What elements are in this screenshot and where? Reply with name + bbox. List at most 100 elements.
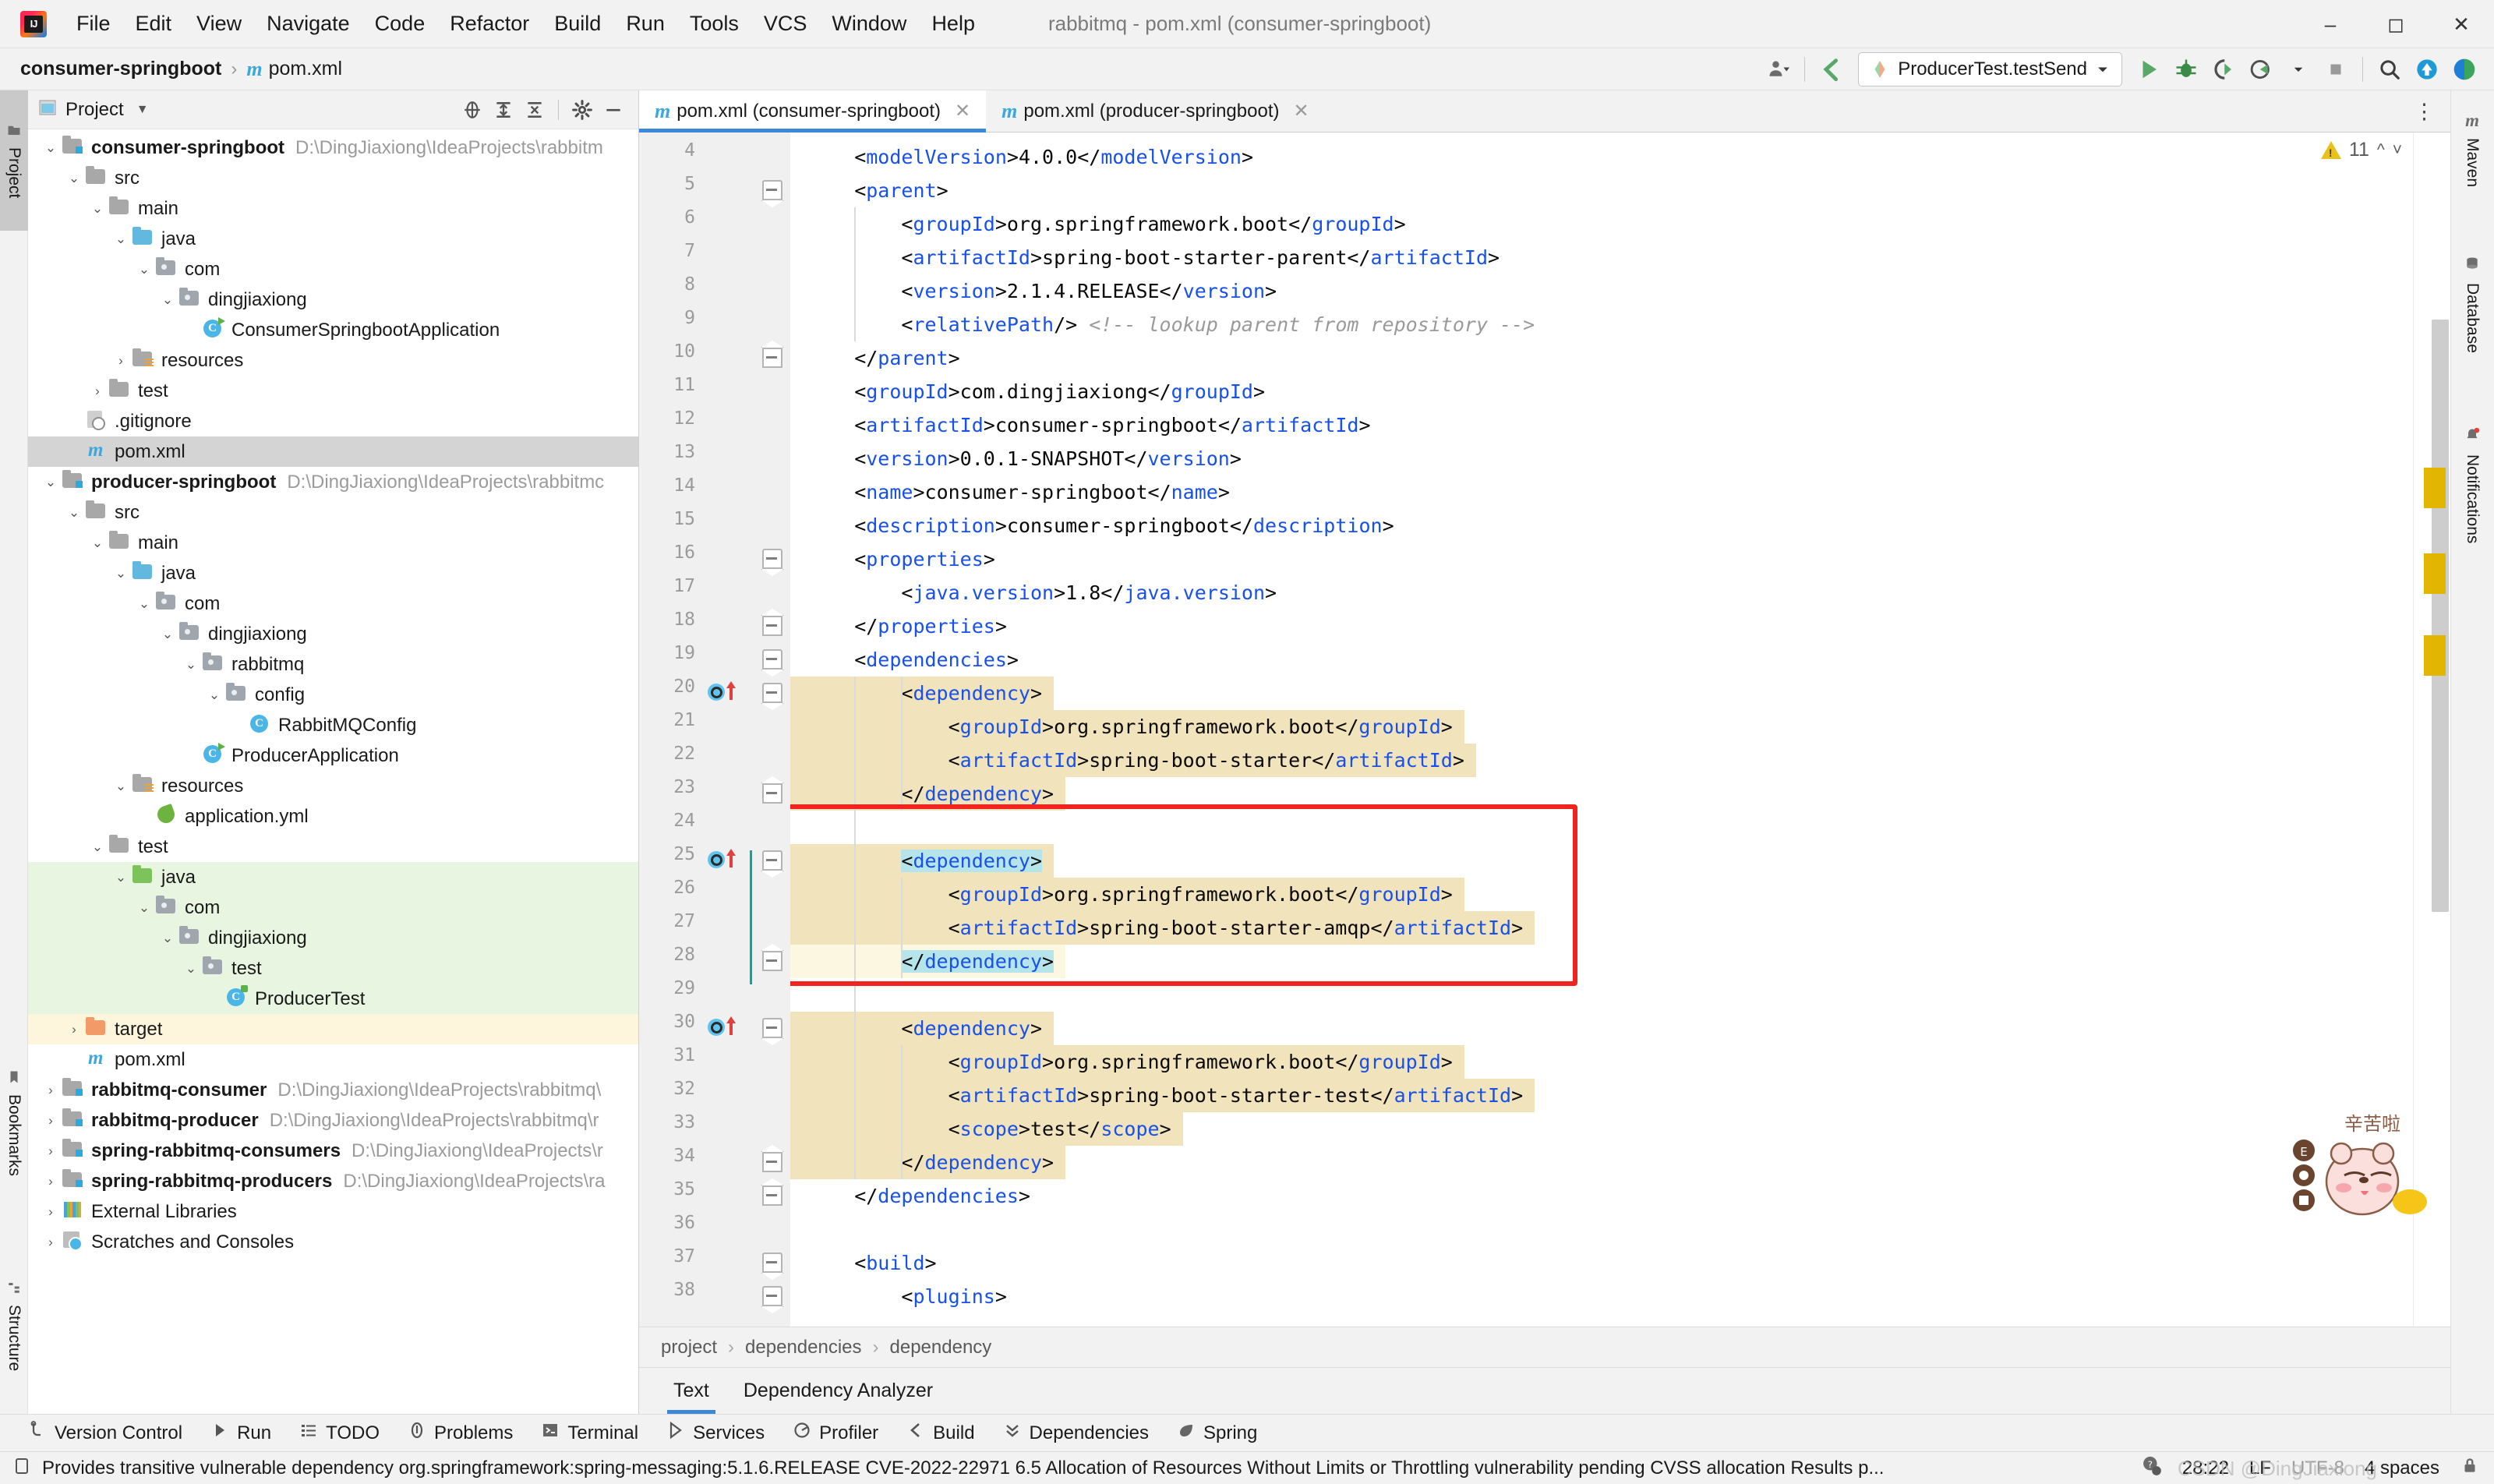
code-line[interactable]: <parent> [854, 174, 948, 207]
menu-item-code[interactable]: Code [362, 7, 438, 41]
code-fold-toggle[interactable] [762, 683, 782, 703]
tree-item-com[interactable]: ⌄ com [28, 892, 638, 923]
code-line[interactable]: <build> [854, 1246, 936, 1280]
close-icon[interactable]: ✕ [1293, 100, 1309, 122]
sidebar-item-structure[interactable]: Structure [0, 1236, 28, 1415]
project-tree[interactable]: ⌄ consumer-springboot D:\DingJiaxiong\Idea… [28, 129, 638, 1414]
tree-expand-arrow-icon[interactable]: › [41, 1113, 61, 1129]
code-line[interactable]: <relativePath/> <!-- lookup parent from … [901, 308, 1535, 341]
code-fold-toggle[interactable] [762, 850, 782, 871]
spring-bean-gutter-icon[interactable] [708, 849, 739, 871]
tree-item-java[interactable]: ⌄ java [28, 558, 638, 588]
code-line[interactable]: </dependency> [901, 945, 1054, 978]
tree-expand-arrow-icon[interactable]: ⌄ [134, 262, 154, 277]
tree-expand-arrow-icon[interactable]: ⌄ [111, 566, 131, 581]
tree-item-consumerspringbootapplication[interactable]: C ConsumerSpringbootApplication [28, 315, 638, 345]
tree-item-producer-springboot[interactable]: ⌄ producer-springboot D:\DingJiaxiong\Idea… [28, 467, 638, 497]
editor-breadcrumb-dependency[interactable]: dependency [890, 1337, 992, 1359]
code-line[interactable]: <version>2.1.4.RELEASE</version> [901, 274, 1277, 308]
tree-expand-arrow-icon[interactable]: ⌄ [111, 231, 131, 247]
bottom-tab-terminal[interactable]: Terminal [527, 1418, 652, 1449]
code-line[interactable]: <dependencies> [854, 643, 1019, 677]
menu-item-tools[interactable]: Tools [677, 7, 751, 41]
maximize-icon[interactable]: ◻ [2363, 0, 2429, 48]
tree-expand-arrow-icon[interactable]: ⌄ [204, 687, 224, 703]
tree-expand-arrow-icon[interactable]: ⌄ [181, 657, 201, 673]
code-line[interactable]: <artifactId>consumer-springboot</artifac… [854, 408, 1370, 442]
code-fold-toggle[interactable] [762, 951, 782, 971]
code-fold-toggle[interactable] [762, 1152, 782, 1172]
tree-item-dingjiaxiong[interactable]: ⌄ dingjiaxiong [28, 923, 638, 953]
close-icon[interactable]: ✕ [955, 100, 970, 122]
ide-update-icon[interactable] [2408, 51, 2446, 87]
code-line[interactable]: <scope>test</scope> [948, 1112, 1171, 1146]
menu-item-refactor[interactable]: Refactor [437, 7, 542, 41]
user-avatar-icon[interactable] [1759, 51, 1796, 87]
breadcrumb-file[interactable]: pom.xml [269, 58, 342, 80]
sidebar-item-bookmarks[interactable]: Bookmarks [0, 1026, 28, 1221]
tree-item-dingjiaxiong[interactable]: ⌄ dingjiaxiong [28, 619, 638, 649]
spring-bean-gutter-icon[interactable] [708, 1016, 739, 1039]
tree-expand-arrow-icon[interactable]: › [41, 1143, 61, 1159]
bottom-tab-build[interactable]: Build [892, 1418, 988, 1449]
tree-item-java[interactable]: ⌄ java [28, 224, 638, 254]
tree-item-pom-xml[interactable]: m pom.xml [28, 1044, 638, 1075]
editor-breadcrumb-dependencies[interactable]: dependencies [745, 1337, 861, 1359]
code-line[interactable]: <groupId>org.springframework.boot</group… [901, 207, 1405, 241]
tree-item-producertest[interactable]: C ProducerTest [28, 984, 638, 1014]
editor-marker-strip[interactable] [2413, 132, 2450, 1327]
menu-item-navigate[interactable]: Navigate [254, 7, 362, 41]
chevron-up-icon[interactable]: ^ [2377, 141, 2385, 160]
code-fold-toggle[interactable] [762, 549, 782, 569]
tree-item-spring-rabbitmq-producers[interactable]: › spring-rabbitmq-producers D:\DingJiaxion… [28, 1166, 638, 1196]
tree-item-spring-rabbitmq-consumers[interactable]: › spring-rabbitmq-consumers D:\DingJiaxion… [28, 1136, 638, 1166]
expand-all-icon[interactable] [488, 95, 519, 125]
tree-expand-arrow-icon[interactable]: ⌄ [41, 475, 61, 490]
ai-assistant-icon[interactable] [2446, 51, 2483, 87]
menu-item-run[interactable]: Run [613, 7, 677, 41]
code-fold-toggle[interactable] [762, 783, 782, 804]
tree-item-producerapplication[interactable]: C ProducerApplication [28, 740, 638, 771]
bottom-tab-profiler[interactable]: Profiler [779, 1418, 892, 1449]
tree-expand-arrow-icon[interactable]: ⌄ [41, 140, 61, 156]
tree-expand-arrow-icon[interactable]: ⌄ [111, 779, 131, 794]
tree-item-rabbitmqconfig[interactable]: C RabbitMQConfig [28, 710, 638, 740]
tree-item-com[interactable]: ⌄ com [28, 254, 638, 284]
tree-item-resources[interactable]: › resources [28, 345, 638, 376]
profiler-dropdown-icon[interactable] [2280, 51, 2317, 87]
menu-item-help[interactable]: Help [919, 7, 987, 41]
code-fold-toggle[interactable] [762, 1018, 782, 1038]
code-fold-toggle[interactable] [762, 649, 782, 670]
tree-item-config[interactable]: ⌄ config [28, 680, 638, 710]
code-line[interactable]: <artifactId>spring-boot-starter</artifac… [948, 744, 1464, 777]
code-fold-toggle[interactable] [762, 1253, 782, 1273]
code-line[interactable]: </dependency> [901, 777, 1054, 811]
help-icon[interactable]: ? [2140, 1454, 2162, 1482]
code-line[interactable]: <description>consumer-springboot</descri… [854, 509, 1394, 542]
run-configuration-selector[interactable]: ProducerTest.testSend [1858, 52, 2122, 87]
code-line[interactable]: <properties> [854, 542, 995, 576]
code-line[interactable]: <groupId>org.springframework.boot</group… [948, 878, 1453, 911]
menu-item-edit[interactable]: Edit [123, 7, 185, 41]
marker-warning[interactable] [2424, 553, 2446, 594]
tree-item-rabbitmq[interactable]: ⌄ rabbitmq [28, 649, 638, 680]
tree-item--gitignore[interactable]: .gitignore [28, 406, 638, 436]
tree-expand-arrow-icon[interactable]: › [41, 1235, 61, 1250]
spring-bean-gutter-icon[interactable] [708, 681, 739, 704]
gear-icon[interactable] [567, 95, 598, 125]
hide-icon[interactable] [598, 95, 629, 125]
tree-expand-arrow-icon[interactable]: ⌄ [157, 931, 178, 946]
tree-item-test[interactable]: ⌄ test [28, 953, 638, 984]
update-arrow-icon[interactable] [1813, 51, 1850, 87]
tree-item-main[interactable]: ⌄ main [28, 528, 638, 558]
tree-expand-arrow-icon[interactable]: ⌄ [157, 292, 178, 308]
tree-item-resources[interactable]: ⌄ resources [28, 771, 638, 801]
tree-item-target[interactable]: › target [28, 1014, 638, 1044]
code-fold-toggle[interactable] [762, 1185, 782, 1206]
run-icon[interactable] [2130, 51, 2167, 87]
code-line[interactable]: <version>0.0.1-SNAPSHOT</version> [854, 442, 1242, 475]
search-everywhere-icon[interactable] [2371, 51, 2408, 87]
menu-item-view[interactable]: View [184, 7, 254, 41]
code-line[interactable]: <java.version>1.8</java.version> [901, 576, 1277, 610]
code-line[interactable]: <artifactId>spring-boot-starter-test</ar… [948, 1079, 1524, 1112]
